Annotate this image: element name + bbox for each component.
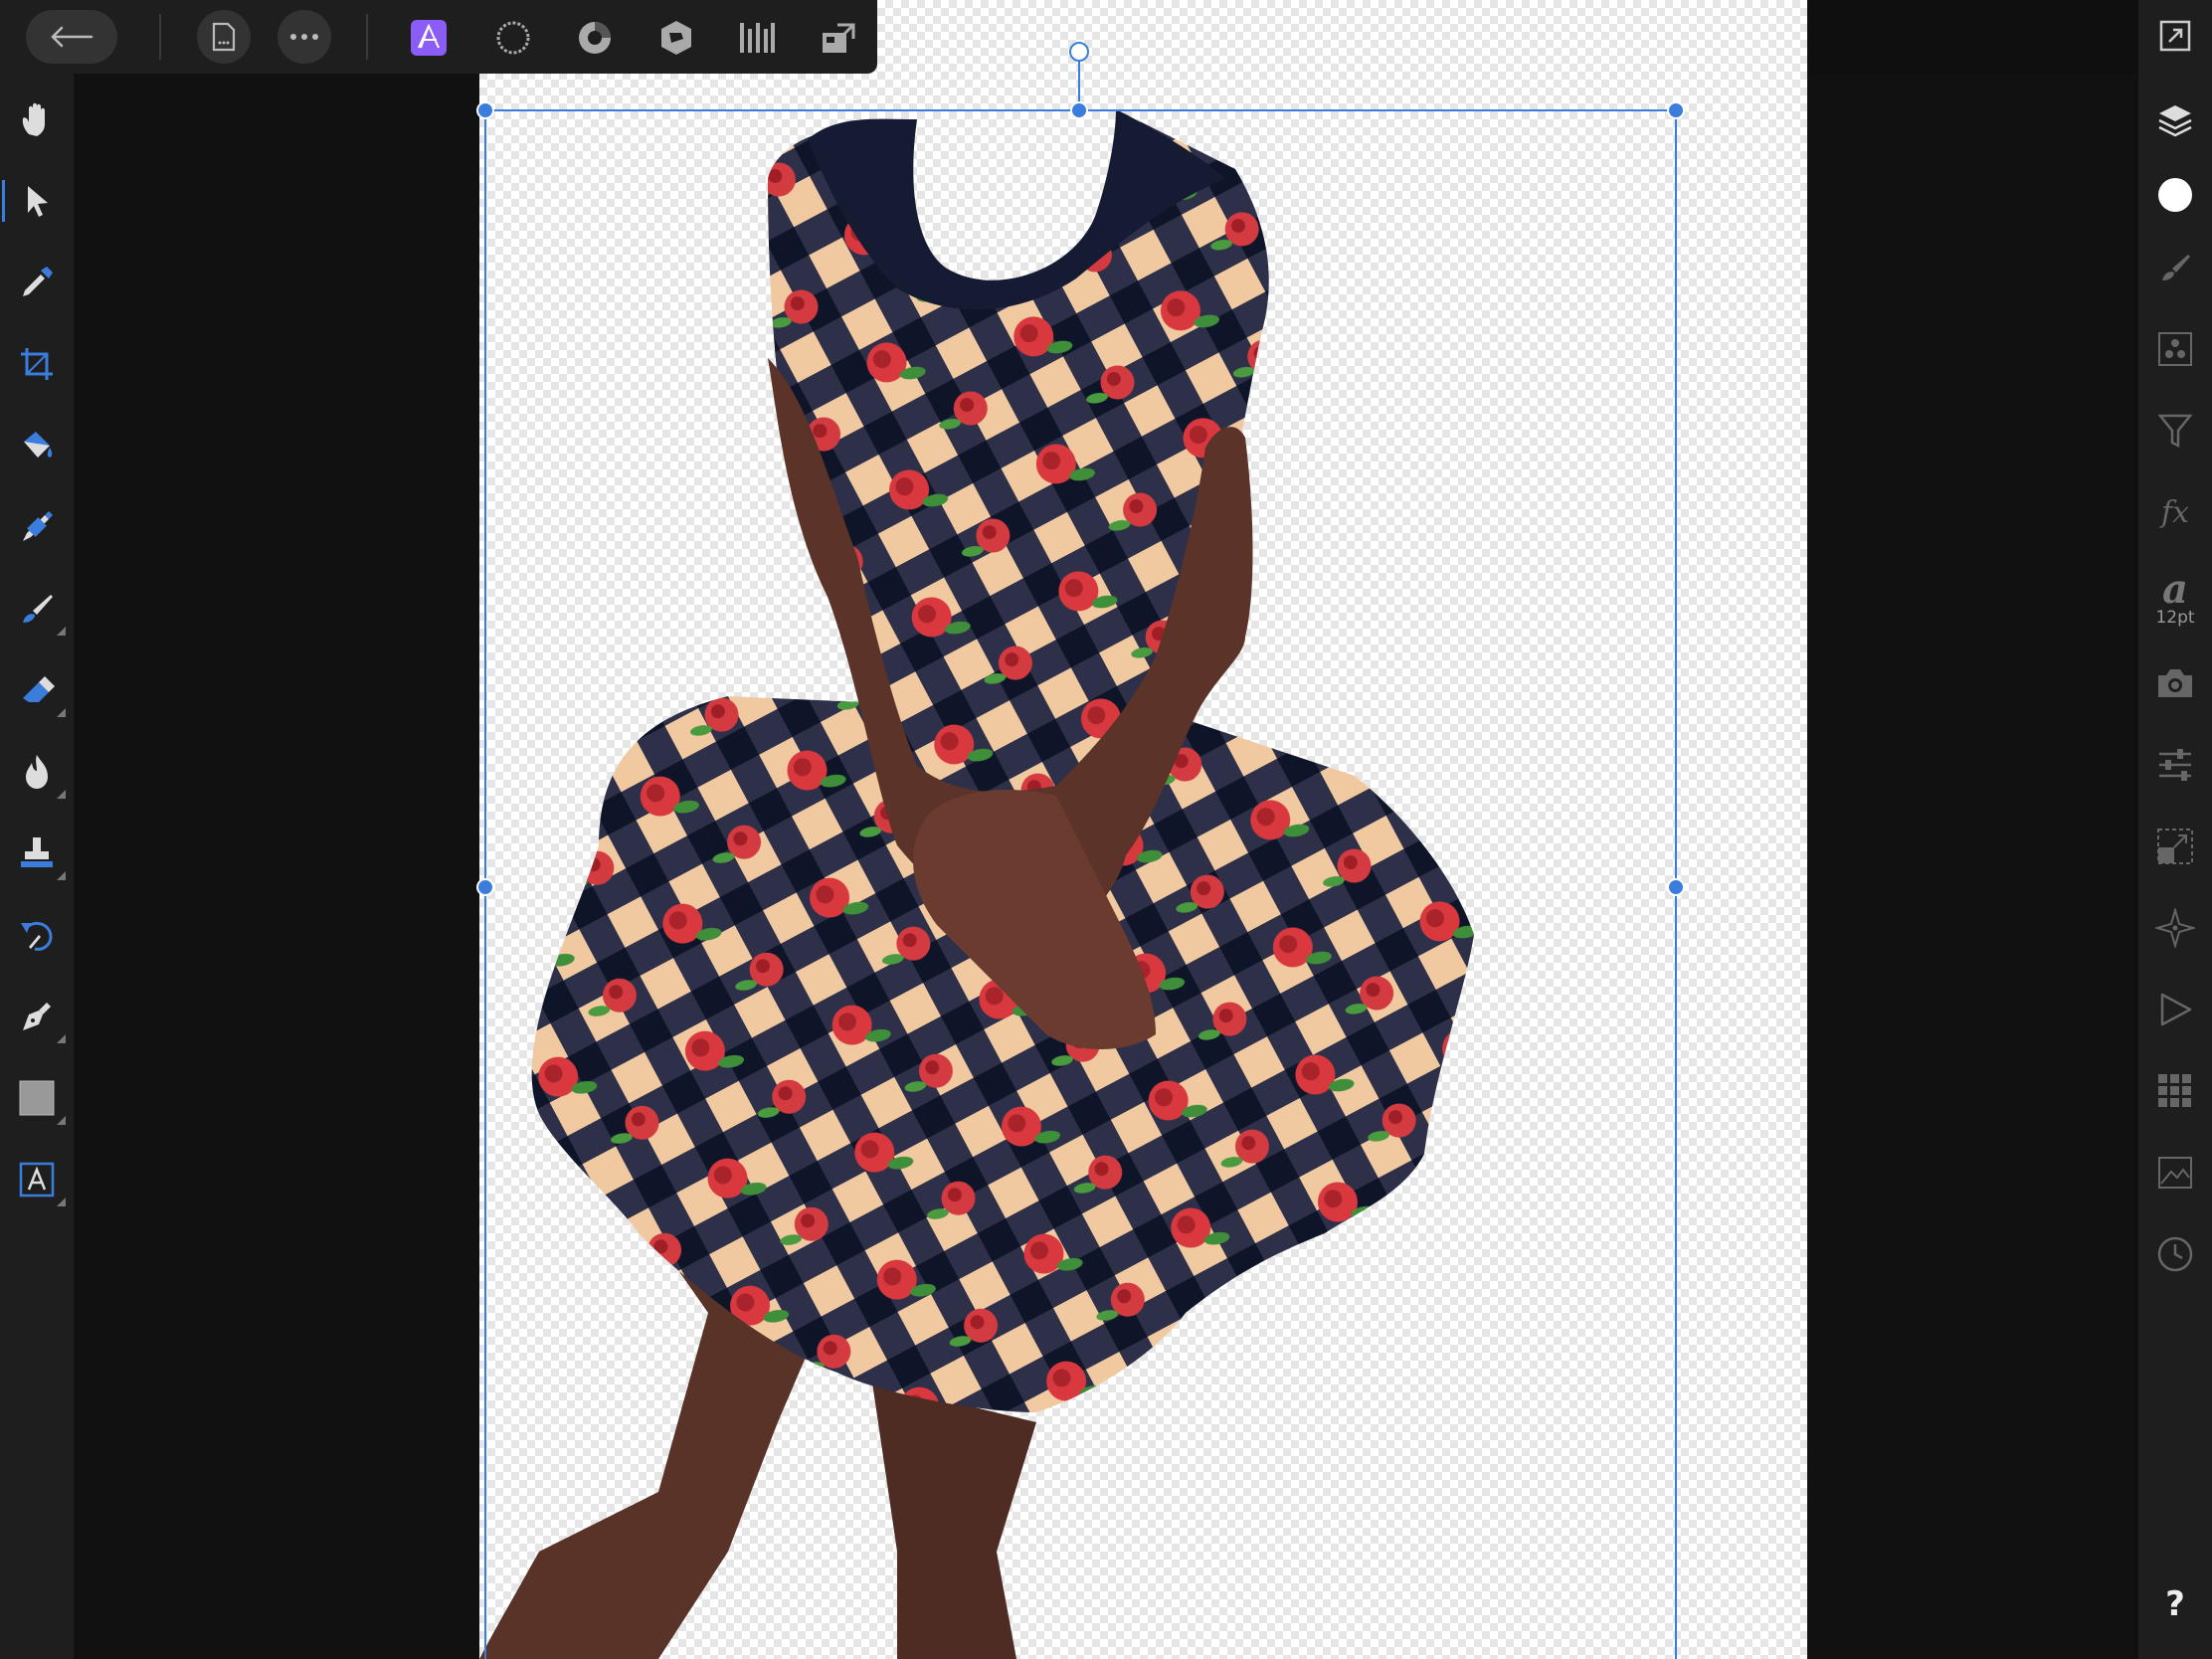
flame-icon <box>26 755 48 789</box>
color-picker-tool[interactable] <box>0 248 74 317</box>
styles-studio-button[interactable] <box>2138 893 2212 963</box>
document-canvas[interactable] <box>479 0 1807 1659</box>
undo-brush-tool[interactable] <box>0 900 74 970</box>
arrange-icon <box>2157 829 2193 864</box>
color-icon <box>2158 178 2192 212</box>
flyout-indicator <box>57 790 66 799</box>
photo-persona-button[interactable] <box>406 15 452 61</box>
flyout-indicator <box>57 1034 66 1043</box>
more-icon <box>290 34 318 40</box>
layers-icon <box>2158 105 2192 137</box>
layer-fx-studio-button[interactable] <box>2138 812 2212 881</box>
flood-fill-tool[interactable] <box>0 411 74 480</box>
macro-studio-button[interactable] <box>2138 975 2212 1044</box>
flyout-indicator <box>57 627 66 636</box>
effects-label: fx <box>2160 494 2190 530</box>
character-glyph: a <box>2162 566 2188 613</box>
flyout-indicator <box>57 708 66 717</box>
liquify-persona-icon <box>496 21 530 55</box>
stock-studio-button[interactable] <box>2138 648 2212 718</box>
artistic-text-tool[interactable] <box>0 1145 74 1214</box>
rectangle-icon <box>19 1080 55 1116</box>
character-size-label: 12pt <box>2155 608 2195 628</box>
export-icon <box>823 23 855 53</box>
flyout-indicator <box>57 871 66 880</box>
eraser-icon <box>23 676 55 702</box>
help-button[interactable]: ? <box>2138 1569 2212 1639</box>
more-menu-button[interactable] <box>277 10 331 64</box>
sliders-icon <box>2159 749 2191 781</box>
photo-persona-icon <box>411 20 447 56</box>
hand-icon <box>22 102 45 136</box>
help-label: ? <box>2165 1584 2185 1624</box>
tone-mapping-persona-button[interactable] <box>653 15 699 61</box>
color-studio-button[interactable] <box>2138 160 2212 230</box>
brushes-studio-button[interactable] <box>2138 233 2212 302</box>
crop-icon <box>21 348 53 380</box>
adjustments-studio-button[interactable] <box>2138 396 2212 465</box>
burn-brush-tool[interactable] <box>0 737 74 807</box>
effects-studio-button[interactable]: fx <box>2138 477 2212 547</box>
character-studio-button[interactable]: a 12pt <box>2138 554 2212 644</box>
image-studio-button[interactable] <box>2138 1138 2212 1207</box>
paint-brush-tool[interactable] <box>0 574 74 644</box>
paint-bucket-icon <box>24 432 53 458</box>
channels-icon <box>2158 332 2192 366</box>
pen-tool[interactable] <box>0 982 74 1051</box>
back-arrow-icon <box>51 26 93 48</box>
document-icon <box>212 22 236 52</box>
flyout-indicator <box>57 1116 66 1125</box>
studio-panel: fx a 12pt ? <box>2138 0 2212 1659</box>
export-persona-button[interactable] <box>734 15 780 61</box>
document-menu-button[interactable] <box>197 10 251 64</box>
cutout-image-layer[interactable] <box>479 0 1807 1659</box>
rectangle-tool[interactable] <box>0 1063 74 1133</box>
brush-icon <box>23 595 53 623</box>
export-button[interactable] <box>816 15 861 61</box>
filter-icon <box>2158 414 2192 449</box>
pen-nib-icon <box>23 1003 51 1030</box>
transform-studio-button[interactable] <box>2138 730 2212 800</box>
liquify-persona-button[interactable] <box>490 15 536 61</box>
image-icon <box>2158 1157 2192 1189</box>
layers-studio-button[interactable] <box>2138 86 2212 155</box>
stamp-icon <box>21 837 53 867</box>
tone-mapping-persona-icon <box>661 21 691 55</box>
grid-icon <box>2158 1074 2191 1107</box>
library-studio-button[interactable] <box>2138 1056 2212 1126</box>
selection-brush-tool[interactable] <box>0 492 74 562</box>
text-icon <box>19 1162 55 1198</box>
tools-panel <box>0 74 74 1659</box>
clone-brush-tool[interactable] <box>0 819 74 888</box>
move-tool[interactable] <box>0 166 74 236</box>
export-persona-icon <box>740 23 775 53</box>
pointer-icon <box>28 186 48 217</box>
develop-persona-button[interactable] <box>572 15 618 61</box>
crop-tool[interactable] <box>0 329 74 399</box>
undo-brush-icon <box>21 921 53 951</box>
channels-studio-button[interactable] <box>2138 314 2212 384</box>
eyedropper-icon <box>23 267 53 296</box>
view-tool[interactable] <box>0 85 74 154</box>
history-studio-button[interactable] <box>2138 1219 2212 1289</box>
navigator-studio-button[interactable] <box>2138 1 2212 71</box>
history-icon <box>2157 1236 2193 1272</box>
develop-persona-icon <box>579 22 611 54</box>
brushes-icon <box>2162 255 2190 280</box>
top-toolbar <box>0 0 877 74</box>
flyout-indicator <box>57 1198 66 1206</box>
navigator-icon <box>2159 20 2191 52</box>
play-icon <box>2160 993 2192 1026</box>
erase-brush-tool[interactable] <box>0 655 74 725</box>
back-button[interactable] <box>26 10 117 64</box>
selection-brush-icon <box>23 511 53 541</box>
compass-icon <box>2155 908 2195 948</box>
camera-icon <box>2158 669 2192 697</box>
